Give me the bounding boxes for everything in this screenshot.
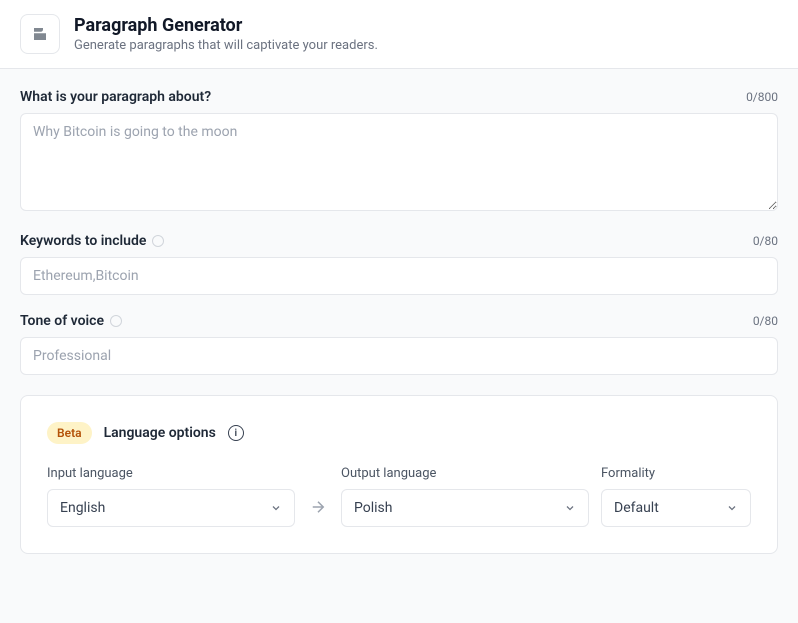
page-title: Paragraph Generator [74,15,378,36]
tone-counter: 0/80 [753,314,778,328]
app-icon [20,14,60,54]
chevron-down-icon [270,502,282,514]
info-icon[interactable] [152,235,164,247]
input-language-col: Input language English [47,466,295,527]
form-content: What is your paragraph about? 0/800 Keyw… [0,69,798,574]
info-icon[interactable] [110,315,122,327]
keywords-label: Keywords to include [20,233,164,249]
arrow-right-icon [307,487,329,527]
keywords-counter: 0/80 [753,234,778,248]
tone-label: Tone of voice [20,313,122,329]
tone-field: Tone of voice 0/80 [20,313,778,375]
output-language-select[interactable]: Polish [341,489,589,527]
header-text: Paragraph Generator Generate paragraphs … [74,15,378,53]
chevron-down-icon [564,502,576,514]
info-icon[interactable]: i [228,425,244,441]
about-textarea[interactable] [20,113,778,211]
input-language-label: Input language [47,466,295,481]
about-counter: 0/800 [746,90,778,104]
page-subtitle: Generate paragraphs that will captivate … [74,38,378,53]
page-header: Paragraph Generator Generate paragraphs … [0,0,798,69]
input-language-select[interactable]: English [47,489,295,527]
chevron-down-icon [726,502,738,514]
formality-label: Formality [601,466,751,481]
about-field: What is your paragraph about? 0/800 [20,89,778,215]
beta-badge: Beta [47,422,92,444]
formality-col: Formality Default [601,466,751,527]
tone-input[interactable] [20,337,778,375]
output-language-label: Output language [341,466,589,481]
language-options-title: Language options [104,425,216,441]
about-label: What is your paragraph about? [20,89,211,105]
language-options-panel: Beta Language options i Input language E… [20,395,778,554]
keywords-input[interactable] [20,257,778,295]
formality-select[interactable]: Default [601,489,751,527]
output-language-col: Output language Polish [341,466,589,527]
keywords-field: Keywords to include 0/80 [20,233,778,295]
